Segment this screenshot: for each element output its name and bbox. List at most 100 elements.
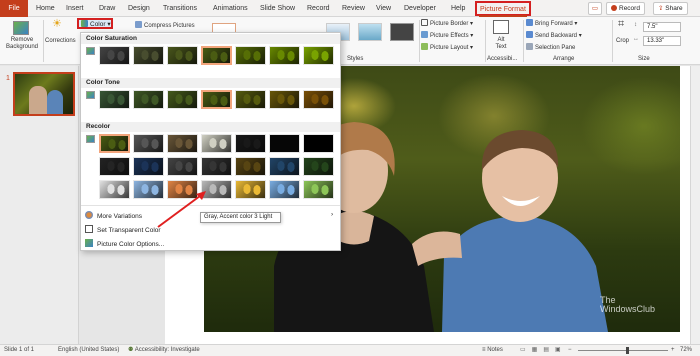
thumbnail-person-woman — [29, 86, 47, 114]
tab-draw[interactable]: Draw — [99, 0, 115, 17]
tab-record[interactable]: Record — [307, 0, 330, 17]
border-icon — [421, 19, 428, 26]
zoom-out-icon[interactable]: − — [568, 345, 572, 356]
color-swatch-black-white-50[interactable] — [269, 134, 300, 153]
color-swatch-gold-accent-4-dark[interactable] — [235, 157, 266, 176]
alt-text-icon[interactable] — [493, 20, 509, 34]
color-swatch-blue-accent-1-dark[interactable] — [133, 157, 164, 176]
divider — [523, 20, 524, 62]
accessibility-status[interactable]: ⚉ Accessibility: Investigate — [128, 345, 200, 356]
crop-icon[interactable]: ⌗ — [618, 18, 624, 31]
color-swatch-temperature-5900[interactable] — [167, 90, 198, 109]
color-swatch-white-background-light[interactable] — [99, 180, 130, 199]
color-swatch-gray-accent-3-dark[interactable] — [201, 157, 232, 176]
tab-animations[interactable]: Animations — [213, 0, 248, 17]
picture-color-options-icon — [85, 239, 93, 247]
tab-help[interactable]: Help — [451, 0, 465, 17]
divider — [43, 20, 44, 62]
color-swatch-saturation-0[interactable] — [99, 46, 130, 65]
accessibility-icon: ⚉ — [128, 347, 134, 353]
view-buttons[interactable]: ▭▦▤▣ — [520, 345, 567, 356]
tab-design[interactable]: Design — [128, 0, 150, 17]
tab-developer[interactable]: Developer — [404, 0, 436, 17]
color-swatch-temperature-4700[interactable] — [99, 90, 130, 109]
picture-effects-button[interactable]: Picture Effects ▾ — [421, 31, 473, 39]
picture-color-options-item[interactable]: Picture Color Options... — [85, 239, 164, 248]
bring-forward-icon — [526, 19, 533, 26]
color-saturation-heading: Color Saturation — [81, 34, 340, 44]
tab-home[interactable]: Home — [36, 0, 55, 17]
tab-picture-format[interactable]: Picture Format — [475, 1, 531, 17]
swatch-tooltip: Gray, Accent color 3 Light — [200, 212, 281, 223]
color-swatch-black-text-dark-1[interactable] — [99, 157, 130, 176]
color-swatch-temperature-11200[interactable] — [303, 90, 334, 109]
color-swatch-saturation-33[interactable] — [133, 46, 164, 65]
height-input[interactable]: 7.5" — [643, 22, 681, 32]
remove-background-button[interactable]: Remove Background — [3, 37, 41, 51]
color-swatch-gold-accent-4-light[interactable] — [235, 180, 266, 199]
tab-file[interactable]: File — [0, 0, 28, 17]
color-swatch-grayscale[interactable] — [133, 134, 164, 153]
color-swatch-temperature-7200[interactable] — [235, 90, 266, 109]
picture-style-6[interactable] — [358, 23, 382, 41]
remove-background-icon[interactable] — [13, 21, 29, 35]
tab-insert[interactable]: Insert — [66, 0, 84, 17]
record-button[interactable]: Record — [606, 2, 645, 15]
boy-shirt — [442, 216, 608, 332]
zoom-in-icon[interactable]: + — [671, 345, 675, 356]
width-input[interactable]: 13.33" — [643, 36, 681, 46]
color-swatch-green-accent-6-light[interactable] — [303, 180, 334, 199]
bring-forward-button[interactable]: Bring Forward ▾ — [526, 19, 577, 27]
height-icon: ↕ — [634, 22, 637, 28]
vertical-scrollbar[interactable] — [690, 66, 700, 344]
compress-pictures-button[interactable]: Compress Pictures — [135, 21, 195, 29]
corrections-button[interactable]: Corrections — [45, 38, 76, 44]
color-swatch-green-accent-6-dark[interactable] — [303, 157, 334, 176]
color-swatch-no-recolor[interactable] — [99, 134, 130, 153]
tab-slide-show[interactable]: Slide Show — [260, 0, 295, 17]
color-swatch-black-white-75[interactable] — [303, 134, 334, 153]
zoom-slider[interactable] — [578, 350, 668, 351]
color-swatch-saturation-66[interactable] — [167, 46, 198, 65]
styles-group-label: Styles — [347, 56, 364, 62]
color-swatch-blue-accent-5-light[interactable] — [269, 180, 300, 199]
effects-icon — [421, 31, 428, 38]
color-swatch-orange-accent-2-dark[interactable] — [167, 157, 198, 176]
tab-transitions[interactable]: Transitions — [163, 0, 197, 17]
color-button[interactable]: Color ▾ — [77, 18, 113, 29]
tab-review[interactable]: Review — [342, 0, 365, 17]
divider — [485, 20, 486, 62]
picture-border-button[interactable]: Picture Border ▾ — [421, 19, 473, 27]
color-swatch-saturation-200[interactable] — [235, 46, 266, 65]
color-swatch-saturation-400[interactable] — [303, 46, 334, 65]
slide-thumbnail[interactable] — [13, 72, 75, 116]
language-status[interactable]: English (United States) — [58, 345, 119, 356]
color-swatch-washout[interactable] — [201, 134, 232, 153]
comments-icon[interactable]: ▭ — [588, 2, 602, 15]
ribbon-tab-bar: File Home Insert Draw Design Transitions… — [0, 0, 700, 17]
crop-button[interactable]: Crop — [616, 38, 629, 44]
color-swatch-temperature-5300[interactable] — [133, 90, 164, 109]
color-swatch-saturation-300[interactable] — [269, 46, 300, 65]
zoom-slider-thumb[interactable] — [626, 347, 629, 354]
color-swatch-temperature-6500[interactable] — [201, 90, 232, 109]
divider — [612, 20, 613, 62]
zoom-level[interactable]: 72% — [680, 345, 692, 356]
notes-button[interactable]: ≡ Notes — [482, 345, 503, 356]
picture-layout-button[interactable]: Picture Layout ▾ — [421, 43, 473, 51]
tab-view[interactable]: View — [376, 0, 391, 17]
share-button[interactable]: ⇪ Share — [653, 2, 688, 15]
color-swatch-sepia[interactable] — [167, 134, 198, 153]
picture-style-7[interactable] — [390, 23, 414, 41]
color-swatch-saturation-100[interactable] — [201, 46, 232, 65]
color-swatch-temperature-8800[interactable] — [269, 90, 300, 109]
selection-pane-button[interactable]: Selection Pane — [526, 43, 575, 51]
color-swatch-black-white-25[interactable] — [235, 134, 266, 153]
more-variations-item[interactable]: More Variations — [85, 211, 142, 220]
corrections-icon[interactable]: ☀ — [52, 17, 62, 30]
alt-text-button[interactable]: Alt Text — [492, 37, 510, 51]
send-backward-button[interactable]: Send Backward ▾ — [526, 31, 582, 39]
accessibility-group-label: Accessibi... — [487, 56, 518, 62]
recolor-icon — [86, 135, 95, 143]
color-swatch-blue-accent-5-dark[interactable] — [269, 157, 300, 176]
